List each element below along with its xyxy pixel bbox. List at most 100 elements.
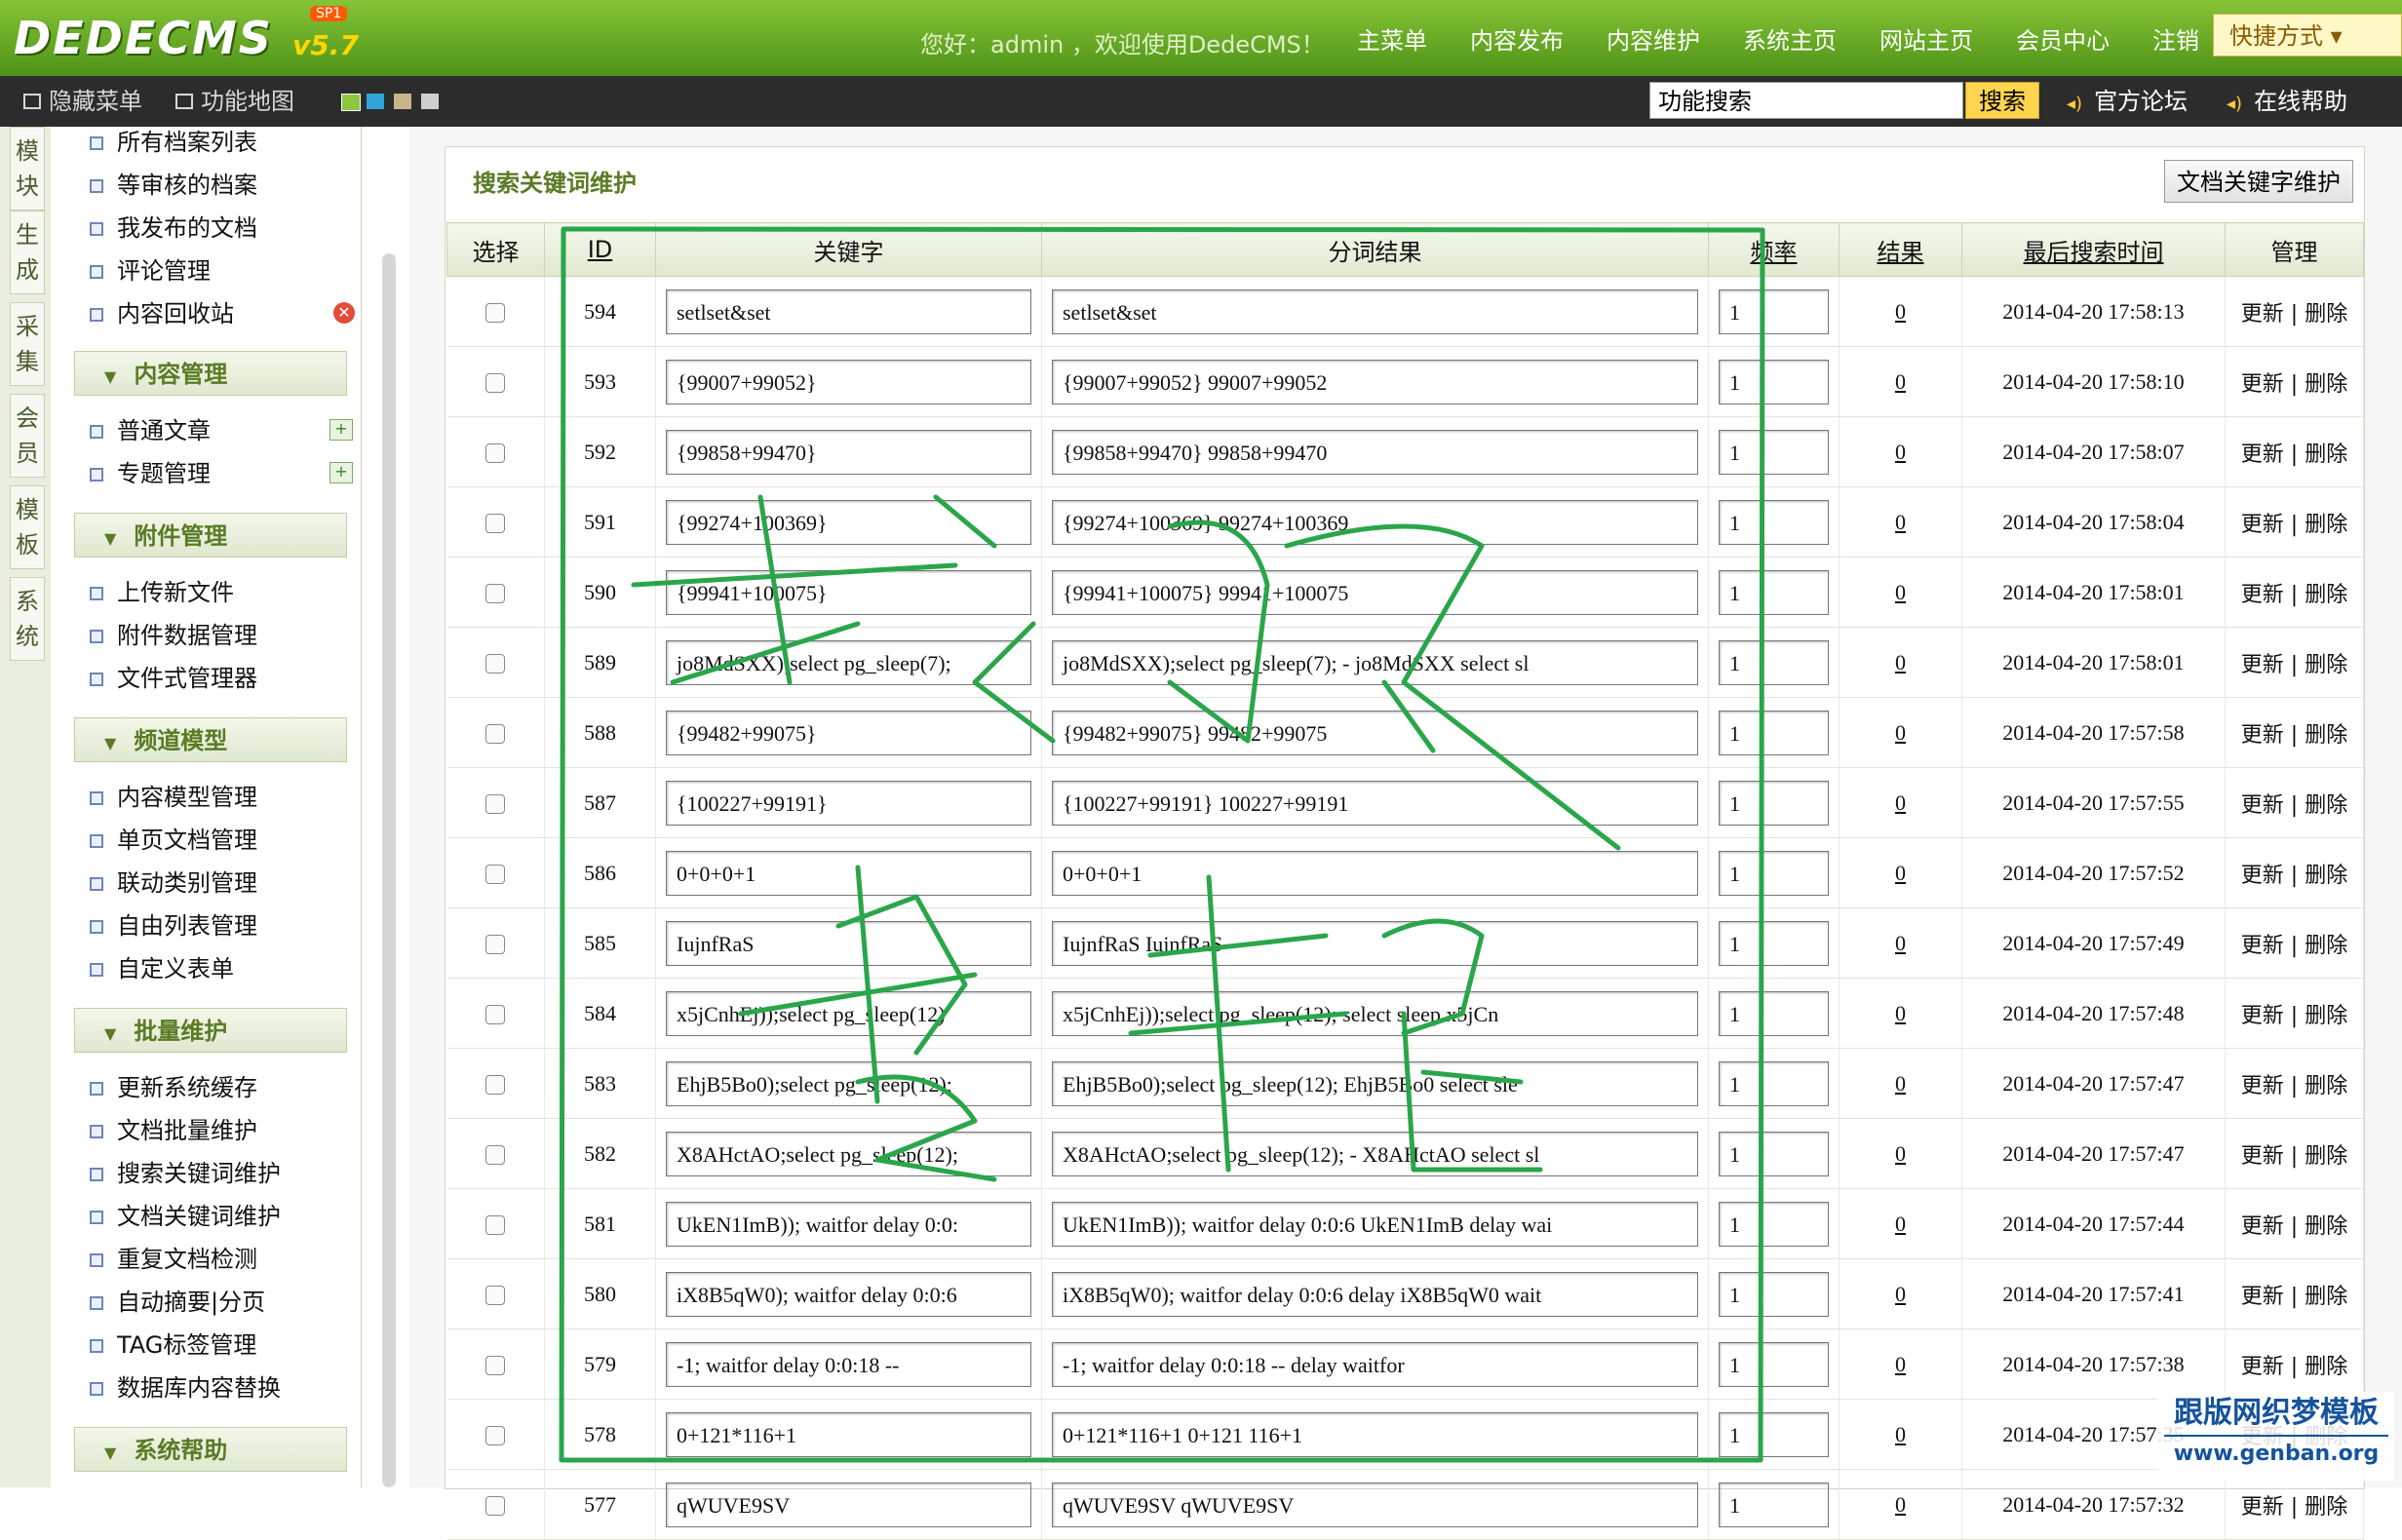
- frequency-input[interactable]: 1: [1719, 499, 1829, 545]
- results-link[interactable]: 0: [1895, 1001, 1906, 1025]
- update-delete-links[interactable]: 更新 | 删除: [2241, 653, 2347, 677]
- row-checkbox[interactable]: [485, 724, 506, 745]
- update-delete-links[interactable]: 更新 | 删除: [2241, 1355, 2347, 1379]
- menu-group-attachments[interactable]: ▼ 附件管理: [74, 513, 347, 558]
- update-delete-links[interactable]: 更新 | 删除: [2241, 302, 2347, 327]
- vtab-system[interactable]: 系统: [10, 577, 45, 661]
- skin-swatch-green[interactable]: [341, 94, 361, 111]
- results-link[interactable]: 0: [1895, 299, 1906, 324]
- frequency-input[interactable]: 1: [1719, 1482, 1829, 1527]
- recycle-clear-icon[interactable]: ✕: [333, 302, 355, 324]
- vtab-member[interactable]: 会员: [10, 394, 45, 478]
- menu-item[interactable]: 更新系统缓存: [90, 1068, 257, 1107]
- results-link[interactable]: 0: [1895, 1422, 1906, 1446]
- update-delete-links[interactable]: 更新 | 删除: [2241, 864, 2347, 888]
- keyword-input[interactable]: 0+0+0+1: [666, 850, 1031, 896]
- update-delete-links[interactable]: 更新 | 删除: [2241, 1144, 2347, 1169]
- help-link[interactable]: ◂) 在线帮助: [2227, 76, 2347, 127]
- skin-swatch-tan[interactable]: [394, 94, 411, 109]
- frequency-input[interactable]: 1: [1719, 639, 1829, 685]
- keyword-input[interactable]: qWUVE9SV: [666, 1482, 1031, 1527]
- skin-swatch-gray[interactable]: [421, 94, 439, 109]
- menu-item[interactable]: 附件数据管理: [90, 616, 257, 655]
- menu-item[interactable]: 我发布的文档: [90, 209, 257, 248]
- keyword-input[interactable]: IujnfRaS: [666, 920, 1031, 966]
- segment-input[interactable]: 0+0+0+1: [1052, 850, 1698, 896]
- row-checkbox[interactable]: [485, 1145, 506, 1166]
- menu-item[interactable]: 评论管理: [90, 251, 211, 290]
- menu-group-batch[interactable]: ▼ 批量维护: [74, 1008, 347, 1053]
- frequency-input[interactable]: 1: [1719, 1131, 1829, 1176]
- frequency-input[interactable]: 1: [1719, 1201, 1829, 1247]
- row-checkbox[interactable]: [485, 1075, 506, 1096]
- col-last-search[interactable]: 最后搜索时间: [1961, 222, 2226, 277]
- results-link[interactable]: 0: [1895, 650, 1906, 674]
- update-delete-links[interactable]: 更新 | 删除: [2241, 1074, 2347, 1098]
- doc-keyword-button[interactable]: 文档关键字维护: [2164, 160, 2353, 203]
- row-checkbox[interactable]: [485, 1215, 506, 1236]
- results-link[interactable]: 0: [1895, 440, 1906, 464]
- row-checkbox[interactable]: [485, 584, 506, 604]
- results-link[interactable]: 0: [1895, 580, 1906, 604]
- menu-item[interactable]: 自定义表单: [90, 949, 234, 988]
- segment-input[interactable]: 0+121*116+1 0+121 116+1: [1052, 1411, 1698, 1457]
- menu-group-content[interactable]: ▼ 内容管理: [74, 351, 347, 396]
- keyword-input[interactable]: {99007+99052}: [666, 359, 1031, 404]
- frequency-input[interactable]: 1: [1719, 850, 1829, 896]
- segment-input[interactable]: IujnfRaS IujnfRaS: [1052, 920, 1698, 966]
- keyword-input[interactable]: -1; waitfor delay 0:0:18 --: [666, 1341, 1031, 1387]
- segment-input[interactable]: setlset&set: [1052, 289, 1698, 334]
- menu-item[interactable]: TAG标签管理: [90, 1326, 256, 1365]
- frequency-input[interactable]: 1: [1719, 289, 1829, 334]
- col-results[interactable]: 结果: [1839, 222, 1962, 277]
- function-search-input[interactable]: 功能搜索: [1649, 82, 1963, 119]
- keyword-input[interactable]: {99274+100369}: [666, 499, 1031, 545]
- frequency-input[interactable]: 1: [1719, 780, 1829, 826]
- menu-item[interactable]: 文件式管理器: [90, 659, 257, 698]
- frequency-input[interactable]: 1: [1719, 1411, 1829, 1457]
- update-delete-links[interactable]: 更新 | 删除: [2241, 372, 2347, 397]
- menu-item[interactable]: 自由列表管理: [90, 906, 257, 945]
- results-link[interactable]: 0: [1895, 369, 1906, 394]
- hide-menu-button[interactable]: 隐藏菜单: [23, 76, 142, 127]
- results-link[interactable]: 0: [1895, 1282, 1906, 1306]
- row-checkbox[interactable]: [485, 514, 506, 534]
- menu-item[interactable]: 普通文章: [90, 411, 211, 450]
- update-delete-links[interactable]: 更新 | 删除: [2241, 583, 2347, 607]
- results-link[interactable]: 0: [1895, 1492, 1906, 1517]
- keyword-input[interactable]: X8AHctAO;select pg_sleep(12);: [666, 1131, 1031, 1176]
- segment-input[interactable]: jo8MdSXX);select pg_sleep(7); - jo8MdSXX…: [1052, 639, 1698, 685]
- nav-main-menu[interactable]: 主菜单: [1357, 21, 1427, 56]
- menu-item[interactable]: 文档批量维护: [90, 1111, 257, 1150]
- menu-item[interactable]: 文档关键词维护: [90, 1197, 281, 1236]
- menu-item[interactable]: 搜索关键词维护: [90, 1154, 281, 1193]
- results-link[interactable]: 0: [1895, 790, 1906, 815]
- frequency-input[interactable]: 1: [1719, 710, 1829, 755]
- update-delete-links[interactable]: 更新 | 删除: [2241, 443, 2347, 467]
- nav-publish[interactable]: 内容发布: [1470, 21, 1564, 56]
- row-checkbox[interactable]: [485, 373, 506, 394]
- frequency-input[interactable]: 1: [1719, 1271, 1829, 1317]
- add-icon[interactable]: +: [329, 462, 353, 483]
- keyword-input[interactable]: jo8MdSXX);select pg_sleep(7);: [666, 639, 1031, 685]
- results-link[interactable]: 0: [1895, 510, 1906, 534]
- menu-item[interactable]: 重复文档检测: [90, 1240, 257, 1279]
- segment-input[interactable]: {99274+100369} 99274+100369: [1052, 499, 1698, 545]
- update-delete-links[interactable]: 更新 | 删除: [2241, 513, 2347, 537]
- keyword-input[interactable]: {99858+99470}: [666, 429, 1031, 475]
- update-delete-links[interactable]: 更新 | 删除: [2241, 723, 2347, 748]
- menu-item[interactable]: 上传新文件: [90, 573, 234, 612]
- segment-input[interactable]: {99007+99052} 99007+99052: [1052, 359, 1698, 404]
- vtab-template[interactable]: 模板: [10, 485, 45, 569]
- update-delete-links[interactable]: 更新 | 删除: [2241, 1285, 2347, 1309]
- menu-item[interactable]: 联动类别管理: [90, 864, 257, 903]
- update-delete-links[interactable]: 更新 | 删除: [2241, 1495, 2347, 1520]
- row-checkbox[interactable]: [485, 1496, 506, 1517]
- nav-logout[interactable]: 注销: [2152, 21, 2199, 56]
- segment-input[interactable]: {99482+99075} 99482+99075: [1052, 710, 1698, 755]
- results-link[interactable]: 0: [1895, 1071, 1906, 1096]
- function-map-button[interactable]: 功能地图: [175, 76, 294, 127]
- segment-input[interactable]: -1; waitfor delay 0:0:18 -- delay waitfo…: [1052, 1341, 1698, 1387]
- row-checkbox[interactable]: [485, 443, 506, 464]
- add-icon[interactable]: +: [329, 419, 353, 441]
